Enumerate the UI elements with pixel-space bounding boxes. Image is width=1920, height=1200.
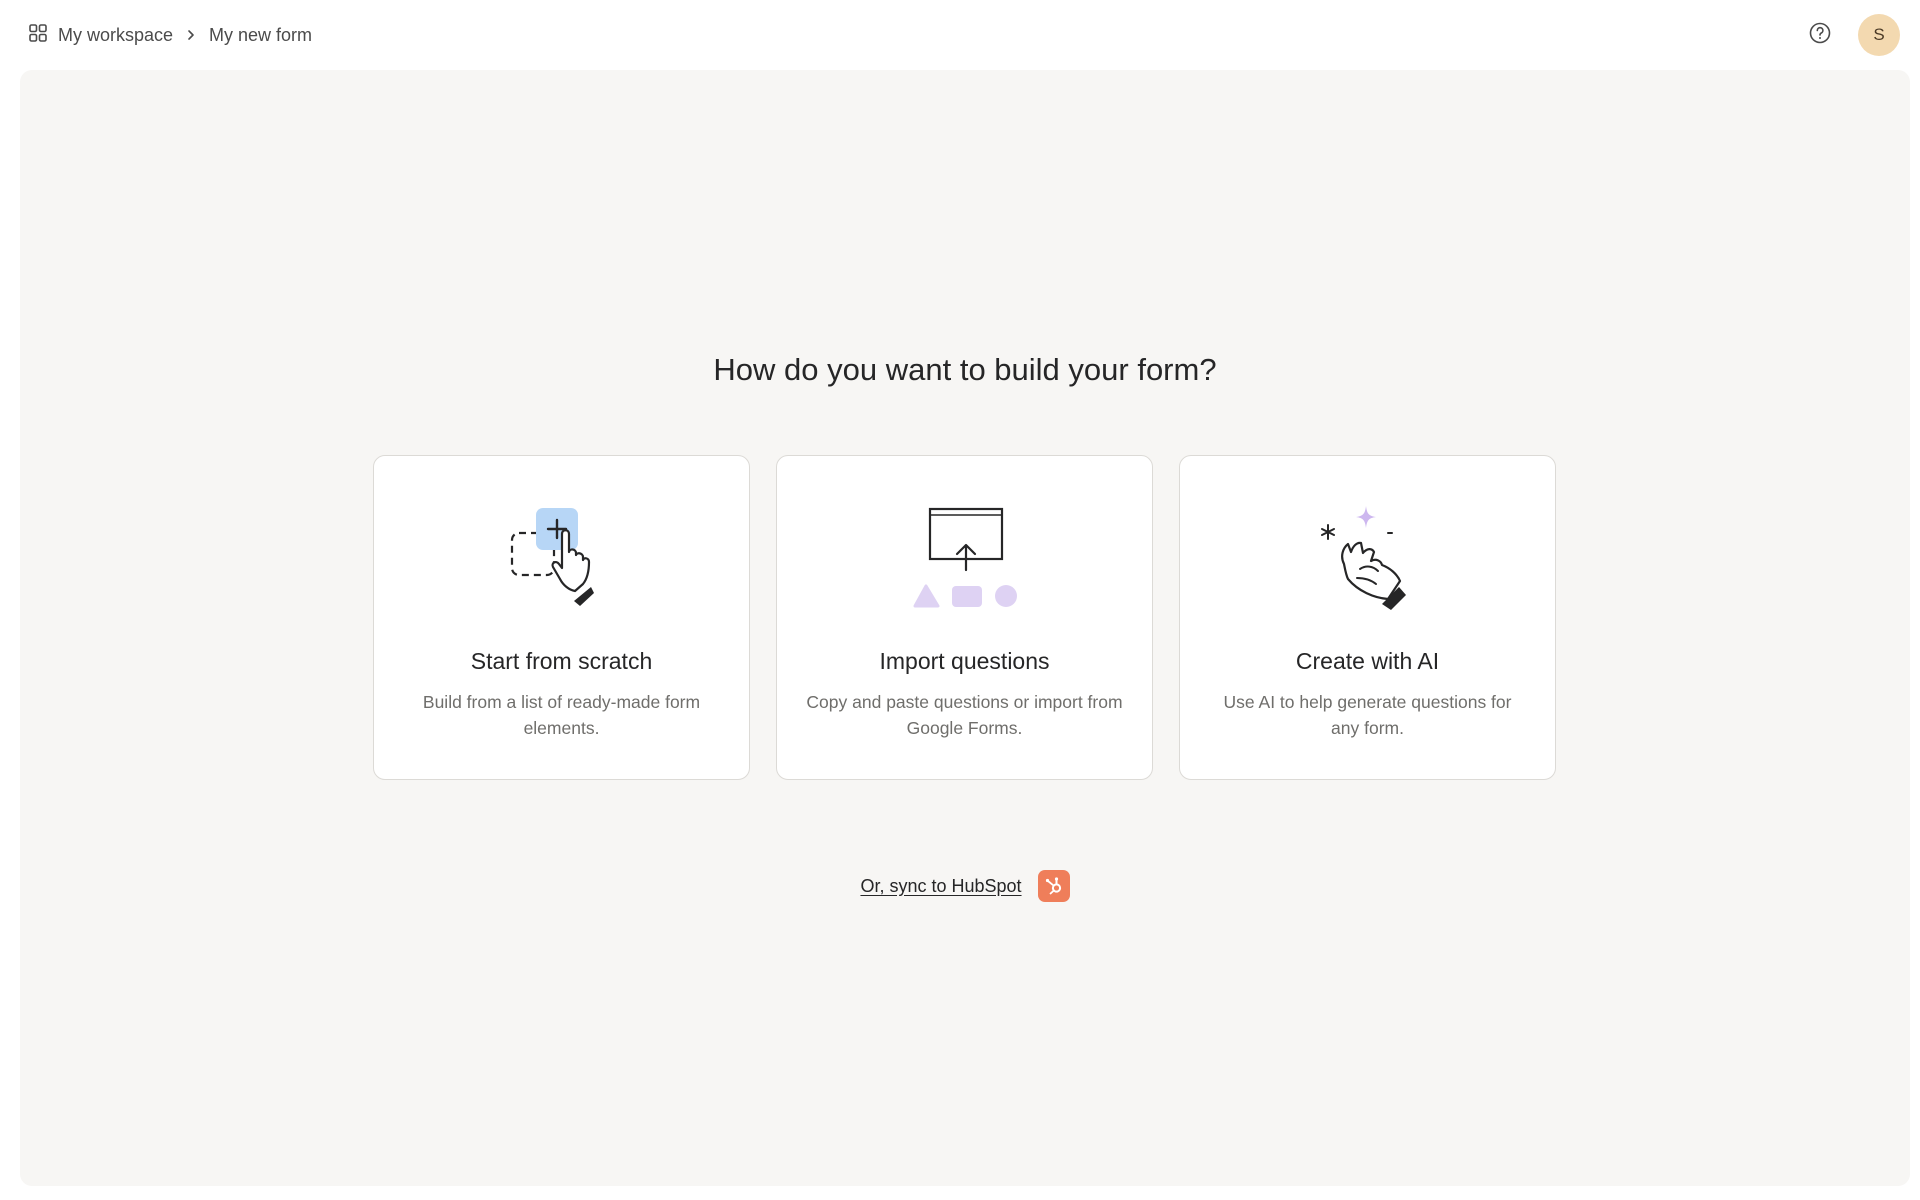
breadcrumb: My workspace My new form bbox=[28, 23, 312, 48]
create-with-ai-description: Use AI to help generate questions for an… bbox=[1223, 692, 1512, 738]
import-questions-description: Copy and paste questions or import from … bbox=[806, 692, 1123, 738]
hubspot-logo-icon[interactable] bbox=[1037, 870, 1070, 902]
import-questions-card[interactable]: Import questions Copy and paste question… bbox=[776, 455, 1153, 780]
start-from-scratch-description: Build from a list of ready-made form ele… bbox=[422, 692, 701, 738]
start-from-scratch-title: Start from scratch bbox=[470, 648, 653, 674]
hubspot-sync: Or, sync to HubSpot bbox=[20, 870, 1910, 902]
breadcrumb-workspace[interactable]: My workspace bbox=[28, 23, 173, 48]
import-upload-icon bbox=[905, 506, 1025, 616]
help-circle-icon bbox=[1808, 21, 1832, 50]
create-with-ai-card[interactable]: Create with AI Use AI to help generate q… bbox=[1179, 455, 1556, 780]
ai-sparkle-hand-icon bbox=[1308, 506, 1428, 616]
grid-icon bbox=[28, 23, 48, 48]
chevron-right-icon bbox=[185, 29, 197, 41]
main-canvas: How do you want to build your form? Star… bbox=[20, 70, 1910, 1186]
breadcrumb-workspace-label: My workspace bbox=[58, 24, 174, 45]
start-from-scratch-card[interactable]: Start from scratch Build from a list of … bbox=[373, 455, 750, 780]
help-button[interactable] bbox=[1800, 15, 1840, 55]
breadcrumb-current-form[interactable]: My new form bbox=[209, 25, 312, 46]
top-bar: My workspace My new form S bbox=[0, 0, 1920, 70]
avatar[interactable]: S bbox=[1858, 14, 1900, 56]
create-with-ai-title: Create with AI bbox=[1295, 648, 1440, 674]
page-title: How do you want to build your form? bbox=[713, 352, 1217, 387]
hand-click-plus-icon bbox=[502, 506, 622, 616]
build-options: Start from scratch Build from a list of … bbox=[373, 455, 1556, 780]
header-actions: S bbox=[1800, 14, 1900, 56]
import-questions-title: Import questions bbox=[879, 648, 1050, 674]
sync-to-hubspot-link[interactable]: Or, sync to HubSpot bbox=[860, 876, 1021, 897]
